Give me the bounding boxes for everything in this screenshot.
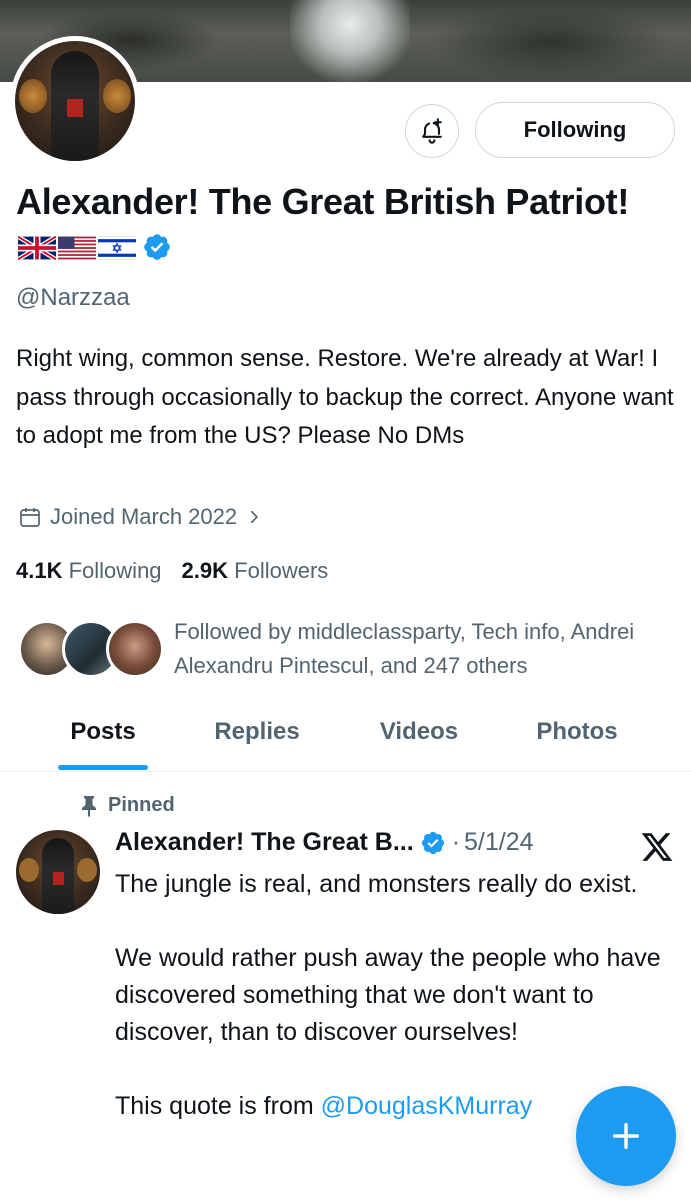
notifications-button[interactable] bbox=[405, 104, 459, 158]
mention-link[interactable]: @DouglasKMurray bbox=[321, 1092, 533, 1120]
chevron-right-icon bbox=[251, 510, 258, 524]
post-date[interactable]: 5/1/24 bbox=[464, 828, 534, 857]
post-paragraph: The jungle is real, and monsters really … bbox=[115, 870, 638, 898]
post-author-name[interactable]: Alexander! The Great B... bbox=[115, 828, 414, 857]
compose-button[interactable] bbox=[576, 1086, 676, 1186]
pin-icon bbox=[82, 795, 96, 817]
pinned-label: Pinned bbox=[80, 794, 175, 817]
post-separator: · bbox=[451, 828, 461, 856]
calendar-icon bbox=[20, 508, 40, 527]
verified-badge-icon[interactable] bbox=[142, 232, 172, 262]
us-flag-icon bbox=[58, 236, 96, 260]
plus-icon bbox=[612, 1122, 640, 1150]
tab-replies[interactable]: Replies bbox=[206, 700, 308, 772]
followed-by-text: Followed by middleclassparty, Tech info,… bbox=[174, 619, 635, 678]
tab-photos[interactable]: Photos bbox=[530, 700, 624, 772]
profile-avatar[interactable] bbox=[10, 36, 140, 166]
joined-date[interactable]: Joined March 2022 bbox=[18, 504, 263, 530]
tab-videos[interactable]: Videos bbox=[308, 700, 530, 772]
israel-flag-icon bbox=[98, 236, 136, 260]
bell-plus-icon bbox=[422, 118, 442, 144]
tab-posts[interactable]: Posts bbox=[0, 700, 206, 772]
followed-by-section[interactable]: Followed by middleclassparty, Tech info,… bbox=[18, 615, 678, 685]
following-stat[interactable]: 4.1K Following bbox=[16, 558, 162, 584]
active-tab-indicator bbox=[58, 765, 148, 770]
profile-name-block: Alexander! The Great British Patriot! bbox=[16, 180, 666, 268]
joined-text: Joined March 2022 bbox=[50, 504, 238, 529]
post-text: The jungle is real, and monsters really … bbox=[115, 866, 675, 1125]
profile-stats: 4.1K Following 2.9K Followers bbox=[16, 558, 328, 584]
following-button[interactable]: Following bbox=[475, 102, 675, 158]
profile-bio: Right wing, common sense. Restore. We're… bbox=[16, 345, 674, 449]
post-paragraph: We would rather push away the people who… bbox=[115, 944, 661, 1046]
follower-avatar bbox=[106, 620, 164, 678]
profile-handle: @Narzzaa bbox=[16, 284, 130, 311]
followers-stat[interactable]: 2.9K Followers bbox=[182, 558, 329, 584]
uk-flag-icon bbox=[18, 236, 56, 260]
post-author-avatar[interactable] bbox=[16, 830, 100, 914]
post-header: Alexander! The Great B... · 5/1/24 bbox=[115, 828, 534, 857]
x-logo-icon[interactable] bbox=[640, 830, 674, 864]
verified-badge-icon[interactable] bbox=[420, 830, 446, 856]
profile-display-name: Alexander! The Great British Patriot! bbox=[16, 181, 630, 222]
profile-tabs: Posts Replies Videos Photos bbox=[0, 700, 691, 772]
